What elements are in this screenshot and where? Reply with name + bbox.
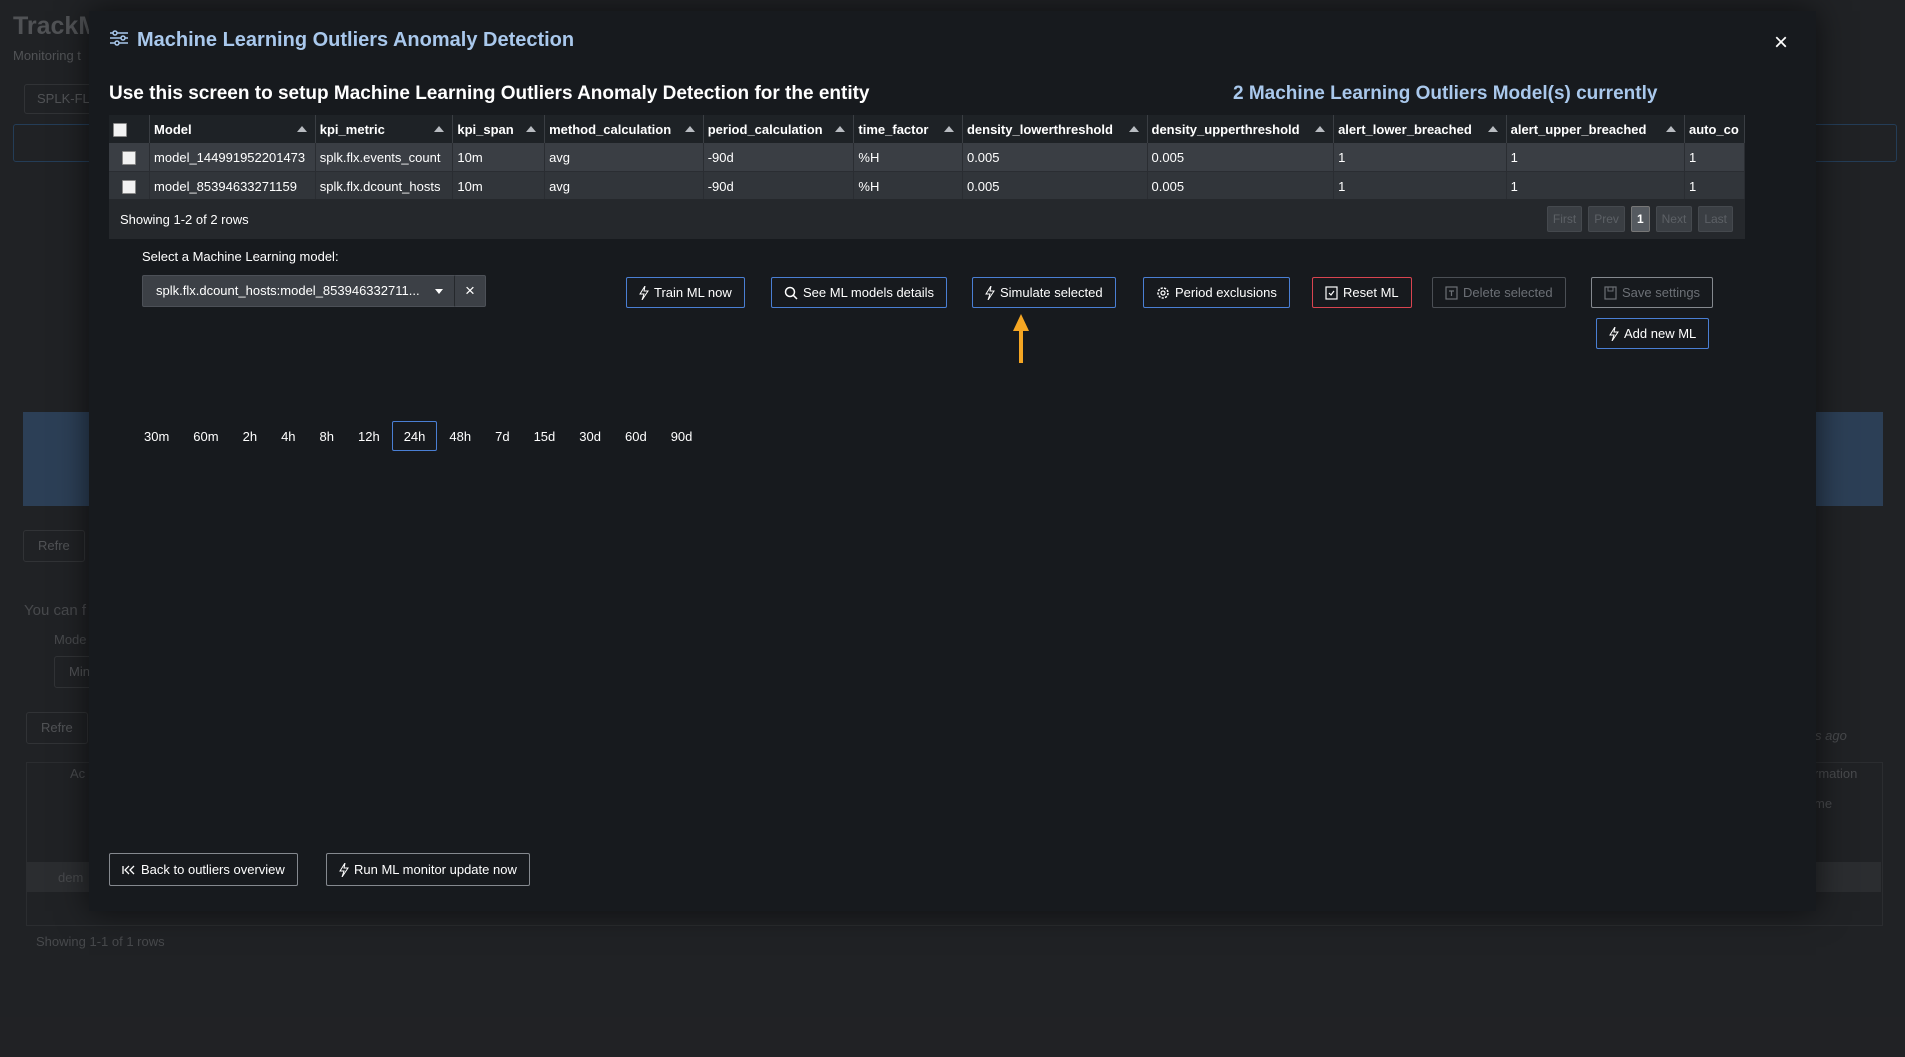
table-cell: -90d (703, 171, 855, 201)
col-header[interactable]: time_factor (853, 115, 963, 143)
timerange-button[interactable]: 8h (308, 421, 346, 451)
col-header[interactable]: method_calculation (544, 115, 704, 143)
intro-text: Use this screen to setup Machine Learnin… (109, 83, 870, 104)
table-cell: 1 (1333, 171, 1507, 201)
select-all-checkbox[interactable] (109, 115, 151, 143)
timerange-button[interactable]: 12h (346, 421, 392, 451)
timerange-button[interactable]: 60d (613, 421, 659, 451)
gear-icon (1157, 286, 1169, 299)
table-cell: 1 (1506, 143, 1685, 172)
timerange-button[interactable]: 48h (437, 421, 483, 451)
table-cell: 1 (1684, 143, 1745, 172)
model-count: 2 Machine Learning Outliers Model(s) cur… (1233, 83, 1658, 104)
table-cell: 0.005 (962, 143, 1148, 172)
chevron-down-icon (435, 289, 443, 294)
table-cell: 1 (1684, 171, 1745, 201)
timerange-button[interactable]: 15d (522, 421, 568, 451)
table-cell: model_144991952201473 (149, 143, 316, 172)
search-icon (784, 286, 798, 300)
model-select[interactable]: splk.flx.dcount_hosts:model_853946332711… (142, 275, 456, 307)
add-new-ml-button[interactable]: Add new ML (1596, 318, 1710, 349)
period-exclusions-button[interactable]: Period exclusions (1143, 277, 1290, 308)
table-cell: %H (853, 171, 963, 201)
train-ml-button[interactable]: Train ML now (626, 277, 745, 308)
table-cell: avg (544, 143, 704, 172)
pager-last[interactable]: Last (1698, 206, 1733, 232)
trash-icon (1445, 285, 1458, 300)
table-cell: 1 (1506, 171, 1685, 201)
table-cell: 0.005 (1147, 171, 1335, 201)
simulate-selected-button[interactable]: Simulate selected (972, 277, 1116, 308)
clear-selection-icon[interactable]: × (454, 275, 486, 307)
timerange-button[interactable]: 30m (132, 421, 181, 451)
table-cell: -90d (703, 143, 855, 172)
bolt-icon (339, 862, 349, 877)
timerange-button[interactable]: 2h (231, 421, 269, 451)
table-header-row: Model kpi_metric kpi_span method_calcula… (109, 115, 1745, 143)
table-cell: 10m (452, 143, 546, 172)
col-header[interactable]: period_calculation (703, 115, 855, 143)
pagination: First Prev 1 Next Last (1546, 206, 1733, 232)
reset-ml-button[interactable]: Reset ML (1312, 277, 1412, 308)
timerange-button-selected[interactable]: 24h (391, 421, 438, 451)
table-row[interactable]: model_85394633271159 splk.flx.dcount_hos… (109, 171, 1745, 201)
col-header[interactable]: auto_co (1684, 115, 1745, 143)
back-to-overview-button[interactable]: Back to outliers overview (109, 853, 298, 886)
pager-next[interactable]: Next (1655, 206, 1693, 232)
delete-selected-button[interactable]: Delete selected (1432, 277, 1566, 308)
row-checkbox[interactable] (109, 171, 151, 201)
modal-header: Machine Learning Outliers Anomaly Detect… (109, 29, 574, 52)
table-cell: splk.flx.dcount_hosts (315, 171, 454, 201)
pager-page[interactable]: 1 (1630, 206, 1650, 232)
arrow-up-icon (1013, 314, 1029, 363)
reset-icon (1325, 285, 1338, 300)
bolt-icon (1609, 326, 1619, 341)
timerange-button[interactable]: 7d (483, 421, 521, 451)
table-cell: %H (853, 143, 963, 172)
model-select-value: splk.flx.dcount_hosts:model_853946332711… (156, 283, 420, 298)
bolt-icon (639, 285, 649, 300)
col-header[interactable]: Model (149, 115, 316, 143)
save-settings-button[interactable]: Save settings (1591, 277, 1714, 308)
table-footer: Showing 1-2 of 2 rows First Prev 1 Next … (109, 199, 1745, 239)
timerange-button[interactable]: 90d (659, 421, 705, 451)
table-cell: 1 (1333, 143, 1507, 172)
timerange-bar: 30m 60m 2h 4h 8h 12h 24h 48h 7d 15d 30d … (132, 421, 704, 451)
col-header[interactable]: density_lowerthreshold (962, 115, 1148, 143)
modal-title: Machine Learning Outliers Anomaly Detect… (137, 29, 575, 51)
back-icon (122, 865, 135, 874)
close-icon[interactable]: × (1768, 30, 1794, 56)
models-table: Model kpi_metric kpi_span method_calcula… (109, 115, 1745, 239)
col-header[interactable]: density_upperthreshold (1147, 115, 1335, 143)
col-header[interactable]: kpi_span (452, 115, 546, 143)
save-icon (1604, 285, 1617, 300)
table-row[interactable]: model_144991952201473 splk.flx.events_co… (109, 143, 1745, 172)
sliders-icon (109, 30, 129, 51)
rows-info: Showing 1-2 of 2 rows (120, 212, 249, 227)
run-ml-monitor-button[interactable]: Run ML monitor update now (326, 853, 530, 886)
table-cell: avg (544, 171, 704, 201)
table-cell: 10m (452, 171, 546, 201)
col-header[interactable]: alert_upper_breached (1506, 115, 1685, 143)
timerange-button[interactable]: 30d (567, 421, 613, 451)
bolt-icon (985, 285, 995, 300)
row-checkbox[interactable] (109, 143, 151, 172)
col-header[interactable]: alert_lower_breached (1333, 115, 1507, 143)
table-cell: 0.005 (962, 171, 1148, 201)
pager-first[interactable]: First (1546, 206, 1583, 232)
table-cell: model_85394633271159 (149, 171, 316, 201)
pager-prev[interactable]: Prev (1588, 206, 1625, 232)
table-cell: splk.flx.events_count (315, 143, 454, 172)
table-cell: 0.005 (1147, 143, 1335, 172)
timerange-button[interactable]: 4h (269, 421, 307, 451)
ml-outliers-modal: Machine Learning Outliers Anomaly Detect… (89, 11, 1816, 911)
model-select-label: Select a Machine Learning model: (142, 249, 339, 264)
timerange-button[interactable]: 60m (181, 421, 230, 451)
col-header[interactable]: kpi_metric (315, 115, 454, 143)
see-ml-details-button[interactable]: See ML models details (771, 277, 948, 308)
